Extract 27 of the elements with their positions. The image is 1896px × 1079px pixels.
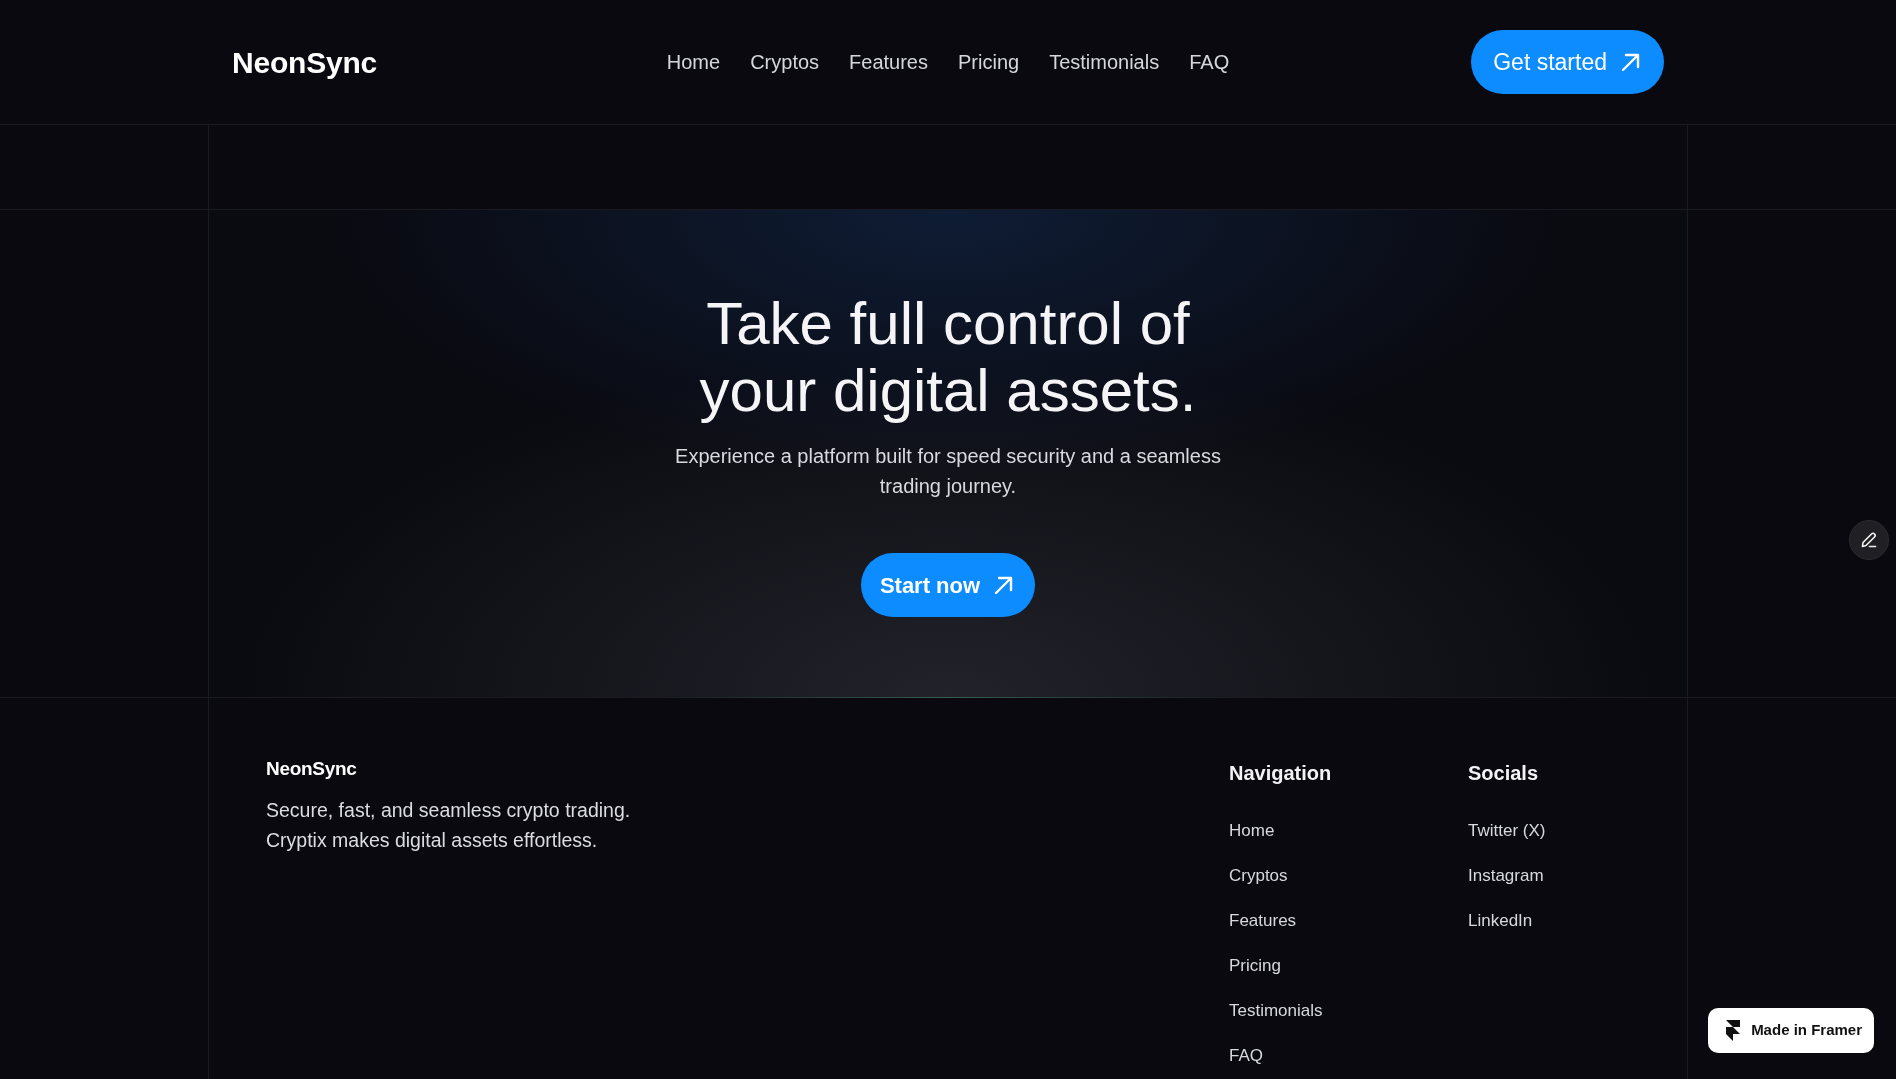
footer-link[interactable]: LinkedIn — [1468, 910, 1533, 932]
edit-icon[interactable] — [1849, 520, 1889, 560]
nav-link[interactable]: Cryptos — [750, 47, 820, 77]
nav-link[interactable]: Testimonials — [1049, 47, 1160, 77]
footer-link[interactable]: Twitter (X) — [1468, 820, 1546, 842]
footer-logo: NeonSync — [266, 757, 358, 781]
hero-subtitle: Experience a platform built for speed security and a seamless trading journey. — [674, 444, 1222, 499]
footer-link[interactable]: Instagram — [1468, 865, 1544, 887]
made-in-framer-badge[interactable]: Made in Framer — [1708, 1008, 1874, 1053]
footer-link[interactable]: Pricing — [1229, 955, 1281, 977]
footer-link[interactable]: Features — [1229, 910, 1297, 932]
footer-tagline: Secure, fast, and seamless crypto trading. Cryptix makes digital assets effortless. — [266, 798, 632, 853]
footer-heading: Socials — [1468, 761, 1540, 786]
nav-link[interactable]: Home — [666, 47, 721, 77]
nav-link[interactable]: Pricing — [958, 47, 1020, 77]
footer-link[interactable]: Home — [1229, 820, 1275, 842]
site-logo[interactable]: NeonSync — [232, 39, 378, 85]
arrow-up-right-icon — [1621, 52, 1640, 72]
nav-link[interactable]: FAQ — [1189, 47, 1230, 77]
hero-title: Take full control of your digital assets. — [698, 290, 1198, 424]
footer-link[interactable]: Testimonials — [1229, 1000, 1323, 1022]
logo-icon — [1726, 1020, 1741, 1041]
nav-link[interactable]: Features — [849, 47, 928, 77]
footer-heading: Navigation — [1229, 761, 1333, 786]
arrow-up-right-icon — [994, 575, 1014, 595]
footer-link[interactable]: FAQ — [1229, 1045, 1263, 1067]
footer-link[interactable]: Cryptos — [1229, 865, 1288, 887]
